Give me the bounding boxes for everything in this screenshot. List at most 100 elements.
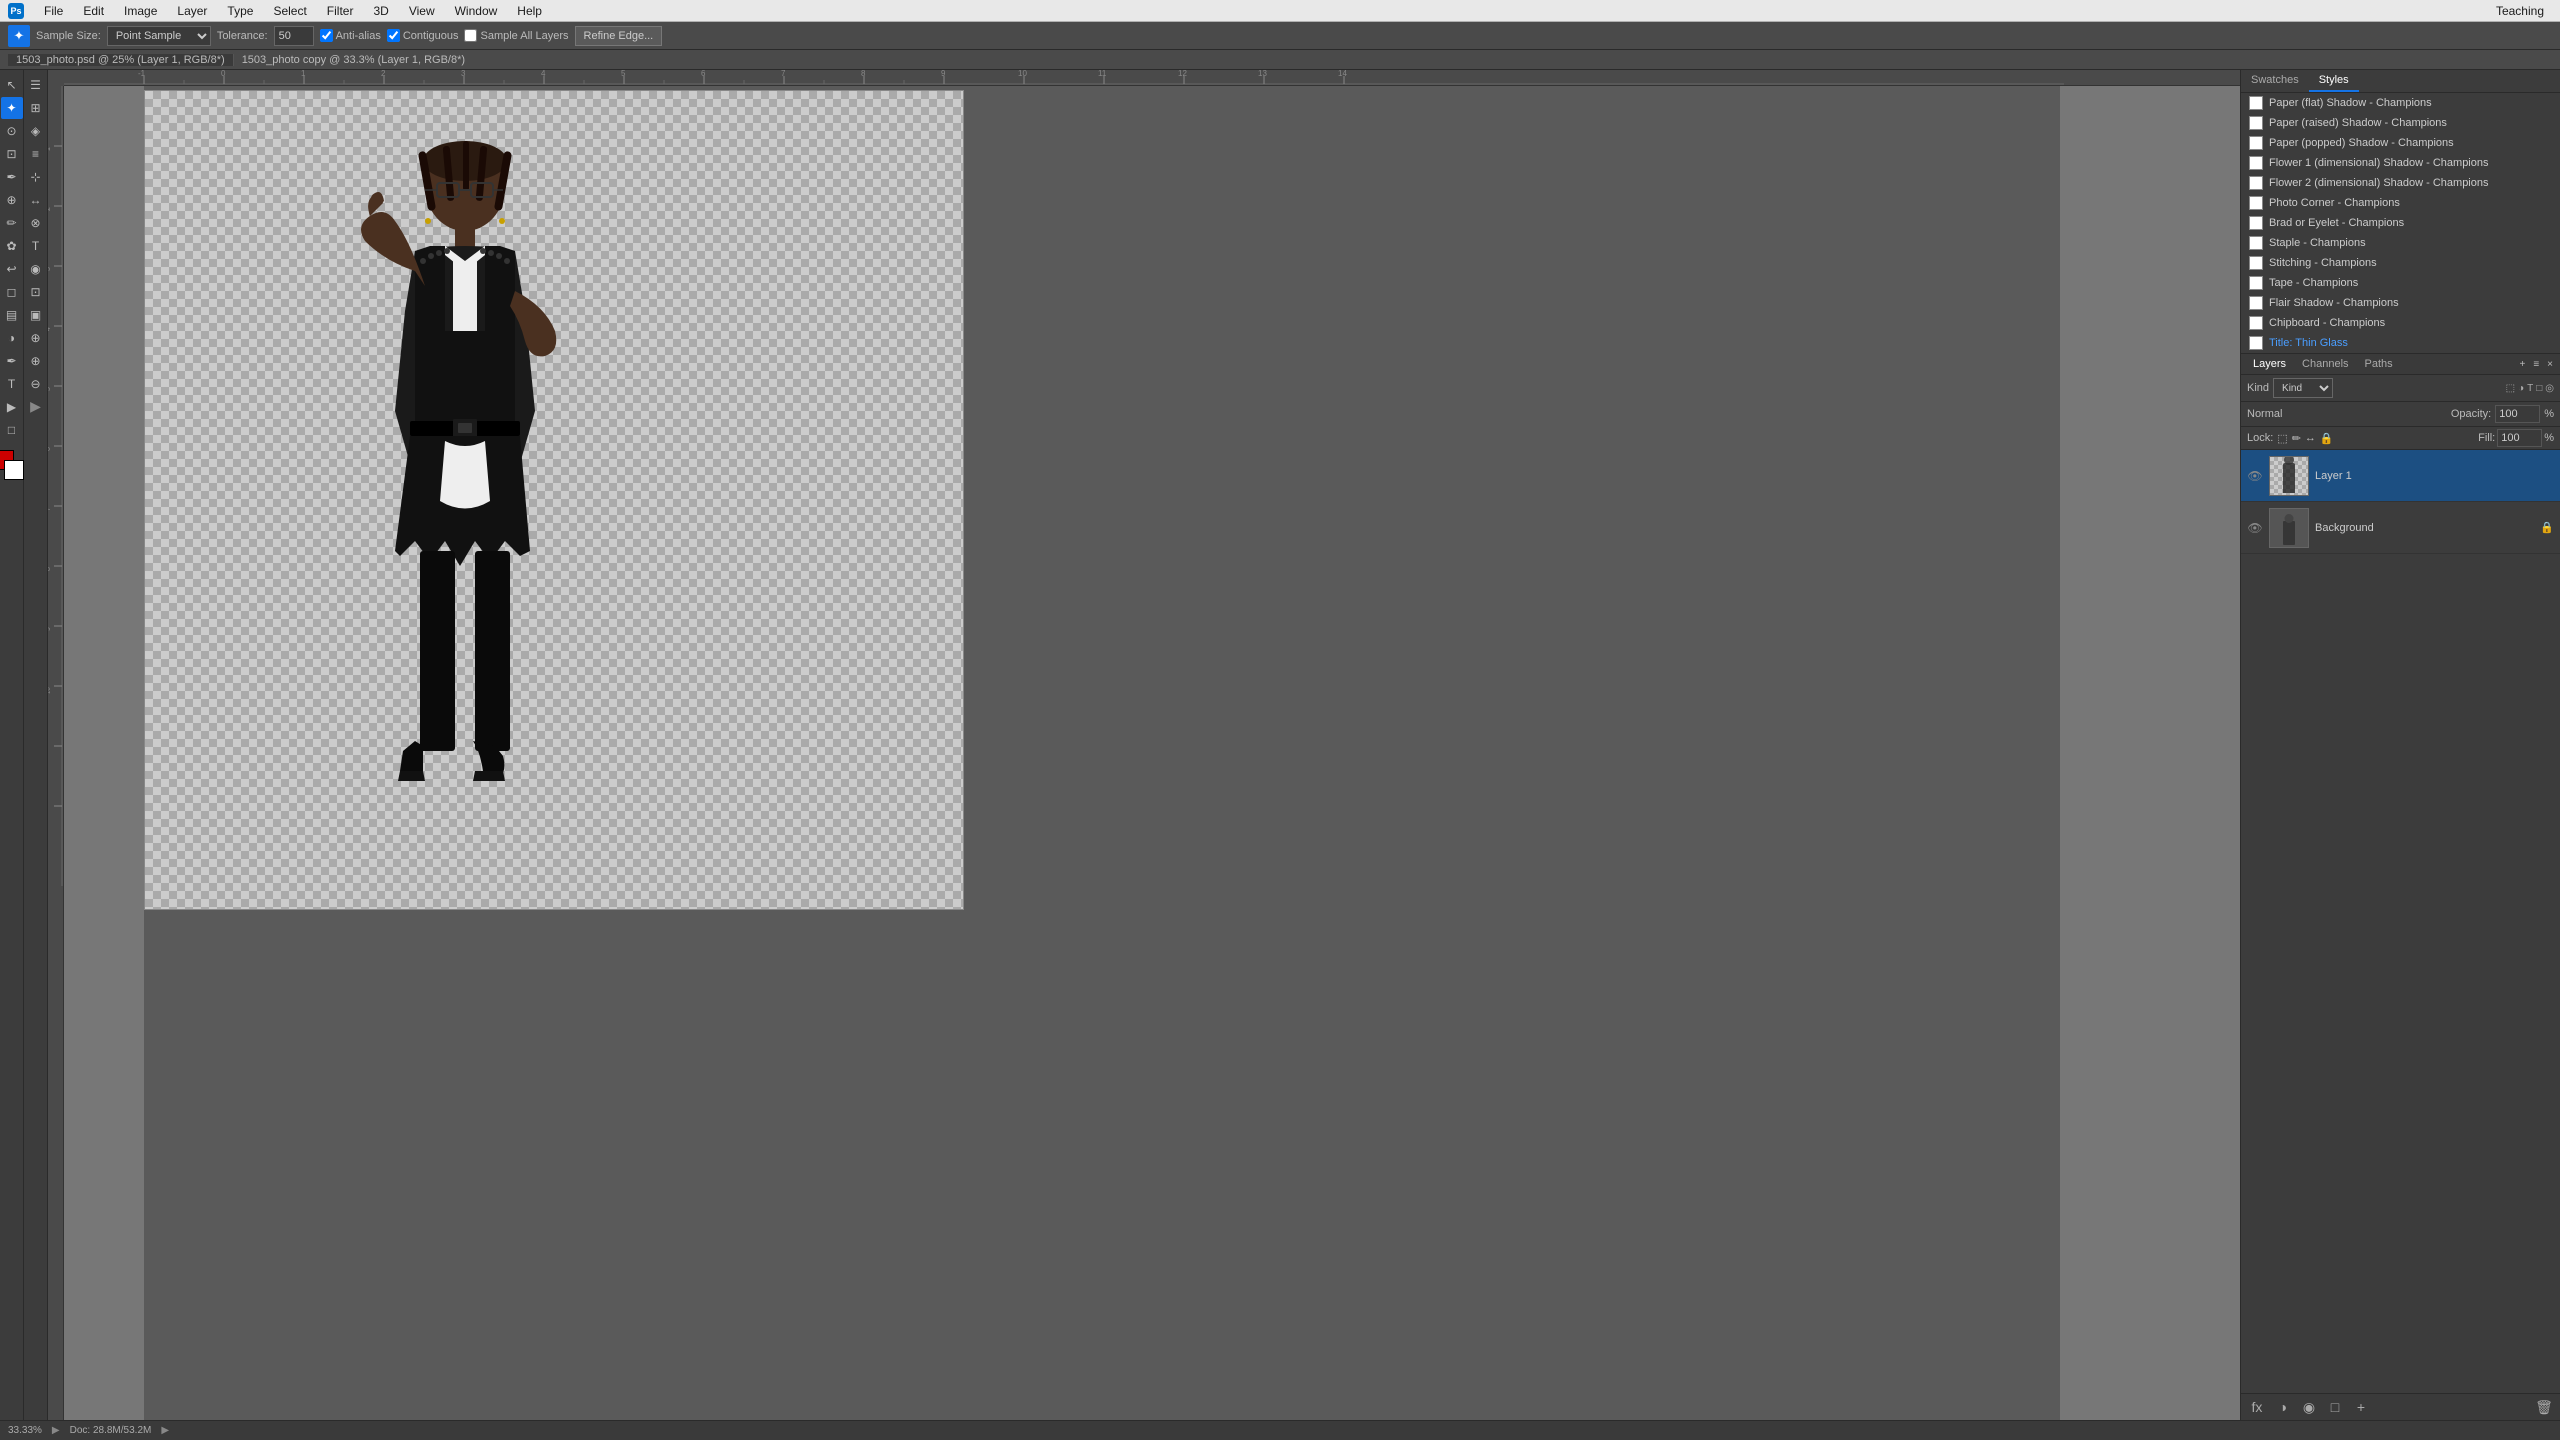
style-item-6[interactable]: Brad or Eyelet - Champions	[2241, 213, 2560, 233]
menu-window[interactable]: Window	[447, 0, 506, 22]
anti-alias-checkbox[interactable]	[320, 29, 333, 42]
background-color[interactable]	[4, 460, 24, 480]
tab-layers[interactable]: Layers	[2245, 354, 2294, 374]
menu-file[interactable]: File	[36, 0, 71, 22]
lock-transparent-icon[interactable]: ⬚	[2277, 432, 2287, 445]
history-tool[interactable]: ↩	[1, 258, 23, 280]
menu-filter[interactable]: Filter	[319, 0, 362, 22]
brush-tool[interactable]: ✏	[1, 212, 23, 234]
menu-help[interactable]: Help	[509, 0, 550, 22]
panel2-btn11[interactable]: ▣	[25, 304, 47, 326]
lock-all-icon[interactable]: 🔒	[2320, 432, 2334, 445]
panel2-zoom-out[interactable]: ⊖	[25, 373, 47, 395]
menu-layer[interactable]: Layer	[169, 0, 215, 22]
filter-type-icon[interactable]: T	[2527, 383, 2533, 394]
panel2-btn9[interactable]: ◉	[25, 258, 47, 280]
dodge-tool[interactable]: ◑	[1, 327, 23, 349]
panel2-arrow-right[interactable]: ▶	[26, 396, 46, 416]
style-item-10[interactable]: Flair Shadow - Champions	[2241, 293, 2560, 313]
panel2-btn7[interactable]: ⊗	[25, 212, 47, 234]
lock-move-icon[interactable]: ↔	[2305, 432, 2316, 444]
panel2-zoom-in[interactable]: ⊕	[25, 350, 47, 372]
tab-swatches[interactable]: Swatches	[2241, 70, 2309, 92]
app-icon: Ps	[8, 3, 24, 19]
kind-select[interactable]: Kind	[2273, 378, 2333, 398]
menu-view[interactable]: View	[401, 0, 443, 22]
style-item-5[interactable]: Photo Corner - Champions	[2241, 193, 2560, 213]
filter-pixel-icon[interactable]: ⬚	[2506, 383, 2515, 394]
lock-brush-icon[interactable]: ✏	[2292, 432, 2301, 445]
tab-paths[interactable]: Paths	[2357, 354, 2401, 374]
style-item-4[interactable]: Flower 2 (dimensional) Shadow - Champion…	[2241, 173, 2560, 193]
sample-size-select[interactable]: Point Sample 3 by 3 Average 5 by 5 Avera…	[107, 26, 211, 46]
tab-channels[interactable]: Channels	[2294, 354, 2356, 374]
filter-shape-icon[interactable]: □	[2536, 383, 2542, 394]
panel2-btn6[interactable]: ↔	[25, 189, 47, 211]
panel2-btn3[interactable]: ◈	[25, 120, 47, 142]
layer-delete-button[interactable]: 🗑	[2534, 1397, 2554, 1417]
layers-settings-btn[interactable]: ≡	[2530, 358, 2542, 371]
background-lock-icon[interactable]: 🔒	[2540, 521, 2554, 534]
style-item-8[interactable]: Stitching - Champions	[2241, 253, 2560, 273]
panel2-btn8[interactable]: T	[25, 235, 47, 257]
shape-tool[interactable]: □	[1, 419, 23, 441]
move-tool[interactable]: ↖	[1, 74, 23, 96]
layer-adjustment-button[interactable]: ◉	[2299, 1397, 2319, 1417]
layers-add-btn[interactable]: +	[2516, 358, 2528, 371]
layer-new-button[interactable]: +	[2351, 1397, 2371, 1417]
panel2-btn2[interactable]: ⊞	[25, 97, 47, 119]
layers-close-btn[interactable]: ×	[2544, 358, 2556, 371]
pen-tool[interactable]: ✒	[1, 350, 23, 372]
style-item-1[interactable]: Paper (raised) Shadow - Champions	[2241, 113, 2560, 133]
crop-tool[interactable]: ⊡	[1, 143, 23, 165]
style-item-12[interactable]: Title: Thin Glass	[2241, 333, 2560, 353]
panel2-btn1[interactable]: ☰	[25, 74, 47, 96]
style-item-7[interactable]: Staple - Champions	[2241, 233, 2560, 253]
panel2-btn4[interactable]: ≡	[25, 143, 47, 165]
canvas-document[interactable]	[144, 90, 964, 910]
sample-all-layers-checkbox[interactable]	[464, 29, 477, 42]
filter-smart-icon[interactable]: ◎	[2545, 383, 2554, 394]
layer-group-button[interactable]: □	[2325, 1397, 2345, 1417]
magic-wand-tool[interactable]: ✦	[1, 97, 23, 119]
layer-fx-button[interactable]: fx	[2247, 1397, 2267, 1417]
opacity-input[interactable]	[2495, 405, 2540, 423]
contiguous-checkbox[interactable]	[387, 29, 400, 42]
background-visibility-icon[interactable]: 👁	[2247, 520, 2263, 536]
type-tool[interactable]: T	[1, 373, 23, 395]
healing-tool[interactable]: ⊕	[1, 189, 23, 211]
style-item-3[interactable]: Flower 1 (dimensional) Shadow - Champion…	[2241, 153, 2560, 173]
tolerance-input[interactable]	[274, 26, 314, 46]
style-item-0[interactable]: Paper (flat) Shadow - Champions	[2241, 93, 2560, 113]
style-name-10: Flair Shadow - Champions	[2269, 297, 2399, 309]
fill-input[interactable]	[2497, 429, 2542, 447]
lasso-tool[interactable]: ⊙	[1, 120, 23, 142]
eyedropper-tool[interactable]: ✒	[1, 166, 23, 188]
filter-adjust-icon[interactable]: ◑	[2518, 383, 2524, 394]
path-tool[interactable]: ▶	[1, 396, 23, 418]
panel2-btn10[interactable]: ⊡	[25, 281, 47, 303]
menu-3d[interactable]: 3D	[365, 0, 396, 22]
zoom-arrow[interactable]: ▶	[52, 1425, 60, 1436]
refine-edge-button[interactable]: Refine Edge...	[575, 26, 663, 46]
clone-tool[interactable]: ✿	[1, 235, 23, 257]
menu-edit[interactable]: Edit	[75, 0, 112, 22]
layer-mask-button[interactable]: ◑	[2273, 1397, 2293, 1417]
style-item-9[interactable]: Tape - Champions	[2241, 273, 2560, 293]
layer-row-background[interactable]: 👁 Background 🔒	[2241, 502, 2560, 554]
status-arrow[interactable]: ▶	[161, 1425, 169, 1436]
layer-row-layer1[interactable]: 👁 Layer 1	[2241, 450, 2560, 502]
menu-image[interactable]: Image	[116, 0, 165, 22]
panel2-btn5[interactable]: ⊹	[25, 166, 47, 188]
doc-tab-2[interactable]: 1503_photo copy @ 33.3% (Layer 1, RGB/8*…	[234, 54, 473, 66]
layer1-visibility-icon[interactable]: 👁	[2247, 468, 2263, 484]
style-item-2[interactable]: Paper (popped) Shadow - Champions	[2241, 133, 2560, 153]
tab-styles[interactable]: Styles	[2309, 70, 2359, 92]
menu-type[interactable]: Type	[219, 0, 261, 22]
menu-select[interactable]: Select	[265, 0, 314, 22]
eraser-tool[interactable]: ◻	[1, 281, 23, 303]
gradient-tool[interactable]: ▤	[1, 304, 23, 326]
panel2-btn12[interactable]: ⊕	[25, 327, 47, 349]
style-item-11[interactable]: Chipboard - Champions	[2241, 313, 2560, 333]
doc-tab-1[interactable]: 1503_photo.psd @ 25% (Layer 1, RGB/8*)	[8, 54, 234, 66]
